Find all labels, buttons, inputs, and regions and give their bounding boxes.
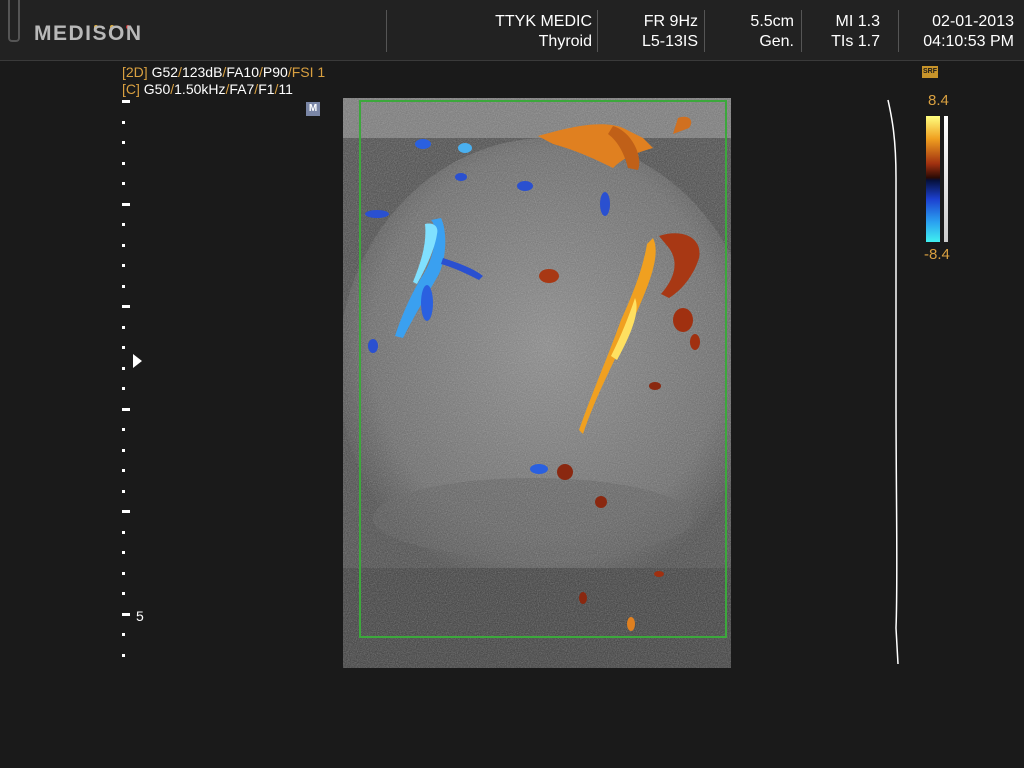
frame-rate: FR 9Hz bbox=[643, 13, 698, 30]
depth-value: 5.5cm bbox=[750, 13, 794, 30]
depth-tick bbox=[122, 612, 130, 616]
frame-average-color: FA7 bbox=[229, 81, 255, 97]
safety-indices: MI 1.3 TIs 1.7 bbox=[831, 12, 880, 52]
probe-name: L5-13IS bbox=[641, 33, 698, 50]
header-divider bbox=[898, 10, 899, 52]
depth-tick bbox=[122, 633, 125, 636]
grayscale-bar bbox=[944, 116, 948, 242]
frame-average-2d: FA10 bbox=[226, 64, 260, 80]
depth-tick bbox=[122, 530, 125, 534]
depth-tick bbox=[122, 346, 125, 349]
dynamic-range: 123dB bbox=[181, 64, 223, 80]
gain-color: G50 bbox=[143, 81, 171, 97]
depth-label-5cm: 5 bbox=[136, 608, 144, 624]
depth-tick bbox=[122, 325, 125, 329]
depth-info: 5.5cm Gen. bbox=[750, 12, 794, 52]
depth-tick bbox=[122, 653, 125, 657]
mechanical-index: MI 1.3 bbox=[835, 13, 880, 30]
depth-tick bbox=[122, 161, 125, 165]
site-info: TTYK MEDIC Thyroid bbox=[495, 12, 592, 52]
depth-tick bbox=[122, 469, 125, 472]
velocity-scale-min: -8.4 bbox=[924, 246, 950, 263]
header-divider bbox=[801, 10, 802, 52]
velocity-colorbar bbox=[926, 116, 940, 242]
filter: F1 bbox=[258, 81, 275, 97]
date-value: 02-01-2013 bbox=[932, 13, 1014, 30]
m-marker-icon: M bbox=[306, 102, 320, 116]
depth-tick bbox=[122, 243, 125, 247]
depth-tick bbox=[122, 407, 130, 411]
mode-value: Gen. bbox=[759, 33, 794, 50]
srf-badge: SRF bbox=[922, 66, 938, 78]
window-tab-handle bbox=[8, 0, 20, 42]
depth-scale bbox=[118, 100, 148, 670]
mode-c-label: [C] bbox=[122, 81, 140, 97]
fsi: FSI 1 bbox=[291, 64, 326, 80]
preset-name: Thyroid bbox=[538, 33, 592, 50]
header-divider bbox=[597, 10, 598, 52]
probe-info: FR 9Hz L5-13IS bbox=[642, 12, 698, 52]
depth-tick bbox=[122, 510, 130, 513]
imaging-parameters: [2D] G52/123dB/FA10/P90/FSI 1 [C] G50/1.… bbox=[122, 64, 325, 98]
depth-tick bbox=[122, 182, 125, 185]
top-status-bar: MEDISON TTYK MEDIC Thyroid FR 9Hz L5-13I… bbox=[0, 0, 1024, 61]
datetime: 02-01-2013 04:10:53 PM bbox=[923, 12, 1014, 52]
site-name: TTYK MEDIC bbox=[495, 13, 592, 30]
thermal-index: TIs 1.7 bbox=[831, 33, 880, 50]
gain-2d: G52 bbox=[151, 64, 179, 80]
depth-tick bbox=[122, 489, 125, 493]
prf: 1.50kHz bbox=[174, 81, 226, 97]
depth-tick bbox=[122, 202, 130, 206]
power: P90 bbox=[262, 64, 288, 80]
depth-tick bbox=[122, 100, 130, 103]
mode-2d-label: [2D] bbox=[122, 64, 148, 80]
depth-tick bbox=[122, 305, 130, 308]
depth-tick bbox=[122, 448, 125, 452]
depth-tick bbox=[122, 223, 125, 226]
focus-marker-icon[interactable] bbox=[133, 354, 142, 368]
depth-tick bbox=[122, 141, 125, 144]
depth-tick bbox=[122, 387, 125, 390]
header-divider bbox=[386, 10, 387, 52]
params-color-line: [C] G50/1.50kHz/FA7/F1/11 bbox=[122, 81, 293, 97]
depth-tick bbox=[122, 366, 125, 370]
depth-tick bbox=[122, 284, 125, 288]
depth-tick bbox=[122, 428, 125, 431]
depth-tick bbox=[122, 571, 125, 575]
time-value: 04:10:53 PM bbox=[923, 33, 1014, 50]
depth-tick bbox=[122, 551, 125, 554]
depth-tick bbox=[122, 592, 125, 595]
color-doppler-roi-box[interactable] bbox=[359, 100, 727, 638]
persistence: 11 bbox=[278, 81, 293, 97]
params-2d-line: [2D] G52/123dB/FA10/P90/FSI 1 bbox=[122, 64, 326, 80]
tgc-curve[interactable] bbox=[882, 98, 902, 668]
depth-tick bbox=[122, 264, 125, 267]
brand-logo: MEDISON bbox=[34, 22, 143, 45]
header-divider bbox=[704, 10, 705, 52]
velocity-scale-max: 8.4 bbox=[928, 92, 949, 109]
depth-tick bbox=[122, 120, 125, 124]
